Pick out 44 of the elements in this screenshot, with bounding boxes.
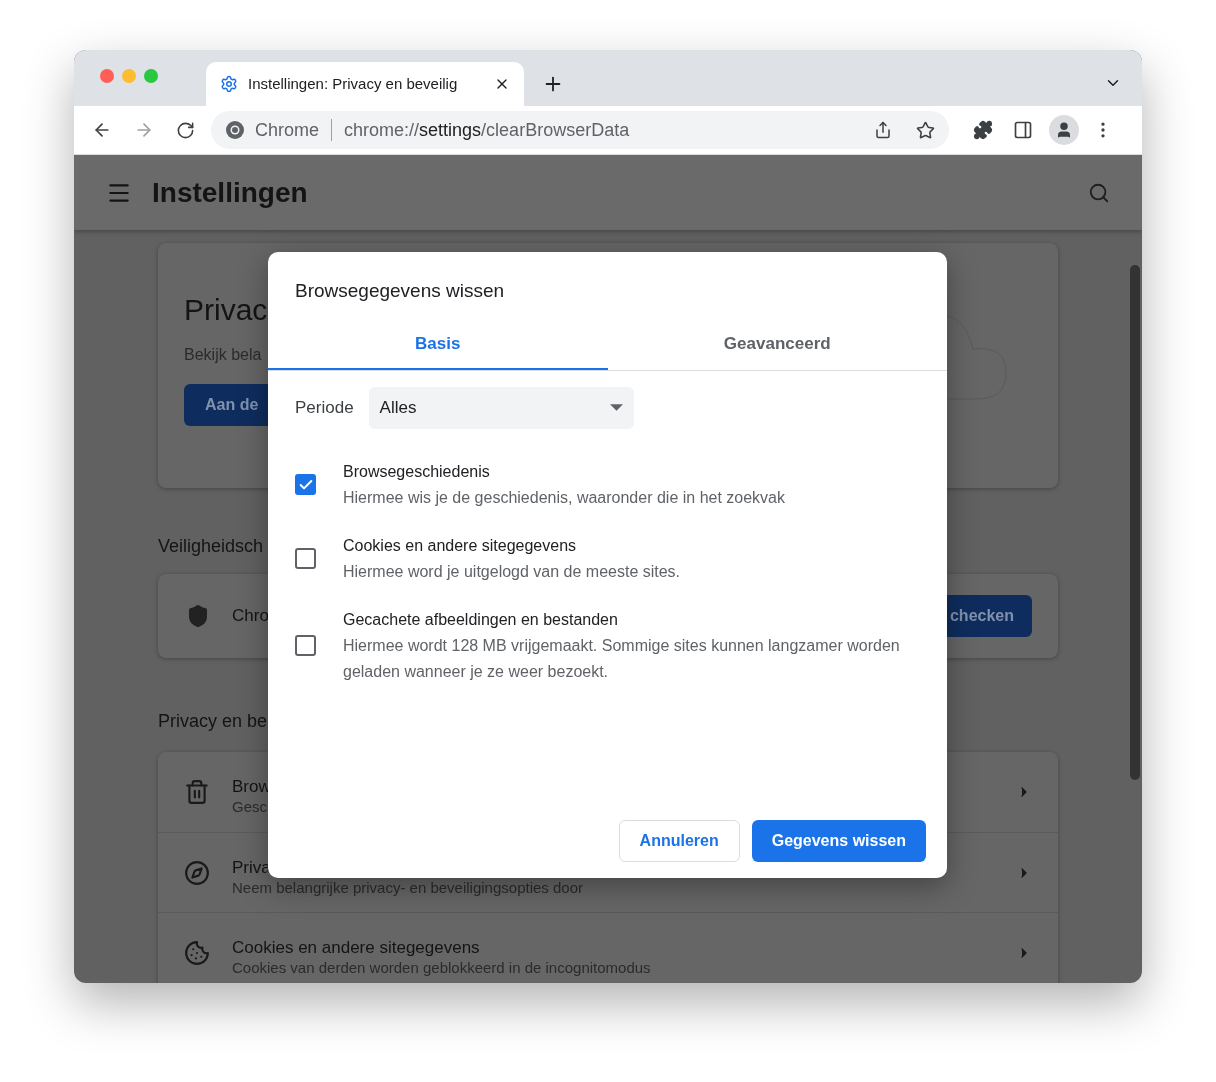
row-description: Cookies van derden worden geblokkeerd in de incognitomodus <box>232 960 652 976</box>
browser-tab[interactable]: Instellingen: Privacy en beveilig <box>206 62 524 106</box>
row-description: Gesc <box>232 799 268 815</box>
dialog-tab[interactable]: Geavanceerd <box>607 319 947 370</box>
site-label: Chrome <box>255 118 320 142</box>
search-icon[interactable] <box>1088 181 1110 204</box>
settings-icon <box>220 75 238 93</box>
bookmark-star-icon[interactable] <box>916 120 935 140</box>
reload-icon[interactable] <box>176 120 195 140</box>
side-panel-icon[interactable] <box>1013 120 1033 140</box>
settings-title: Instellingen <box>152 175 308 210</box>
checkbox[interactable] <box>295 548 316 569</box>
compass-icon <box>184 859 210 886</box>
dropdown-arrow-icon <box>609 404 623 411</box>
url-text: chrome://settings/clearBrowserData <box>344 118 630 142</box>
period-select[interactable]: Alles <box>368 386 634 429</box>
option-title: Gecachete afbeeldingen en bestanden <box>343 609 619 630</box>
checkbox[interactable] <box>295 635 316 656</box>
tab-title: Instellingen: Privacy en beveilig <box>248 73 459 94</box>
profile-avatar[interactable] <box>1049 115 1079 145</box>
clear-data-button[interactable]: Gegevens wissen <box>751 820 926 862</box>
option-title: Cookies en andere sitegegevens <box>343 535 578 556</box>
checkbox[interactable] <box>295 474 316 495</box>
settings-row[interactable]: Cookies en andere sitegegevens Cookies van derden worden geblokkeerd in de incognitomodus <box>158 912 1058 983</box>
row-title: Cookies en andere sitegegevens <box>232 938 481 958</box>
option-title: Browsegeschiedenis <box>343 461 491 482</box>
extensions-icon[interactable] <box>973 120 993 140</box>
share-icon[interactable] <box>874 121 892 139</box>
trash-icon <box>184 779 210 805</box>
chrome-logo-icon <box>225 120 245 140</box>
dialog-tab[interactable]: Basis <box>268 319 608 370</box>
shield-icon <box>186 604 210 628</box>
option-description: Hiermee wis je de geschiedenis, waaronder die in het zoekvak <box>343 487 786 508</box>
section-heading: Privacy en be <box>158 710 268 733</box>
section-heading: Veiligheidsch <box>158 535 264 558</box>
cookie-icon <box>184 939 210 966</box>
dialog-title: Browsegegevens wissen <box>294 279 506 303</box>
safety-label: Chro <box>232 605 269 628</box>
address-bar[interactable]: Chrome chrome://settings/clearBrowserData <box>211 111 949 149</box>
option-description: Hiermee wordt 128 MB vrijgemaakt. Sommige sites kunnen langzamer worden geladen wanneer je ze weer bezoekt. <box>343 635 901 682</box>
cancel-button[interactable]: Annuleren <box>618 820 740 862</box>
scrollbar[interactable] <box>1130 265 1140 780</box>
option-description: Hiermee word je uitgelogd van de meeste sites. <box>343 561 682 582</box>
card-heading: Privac <box>184 295 269 325</box>
